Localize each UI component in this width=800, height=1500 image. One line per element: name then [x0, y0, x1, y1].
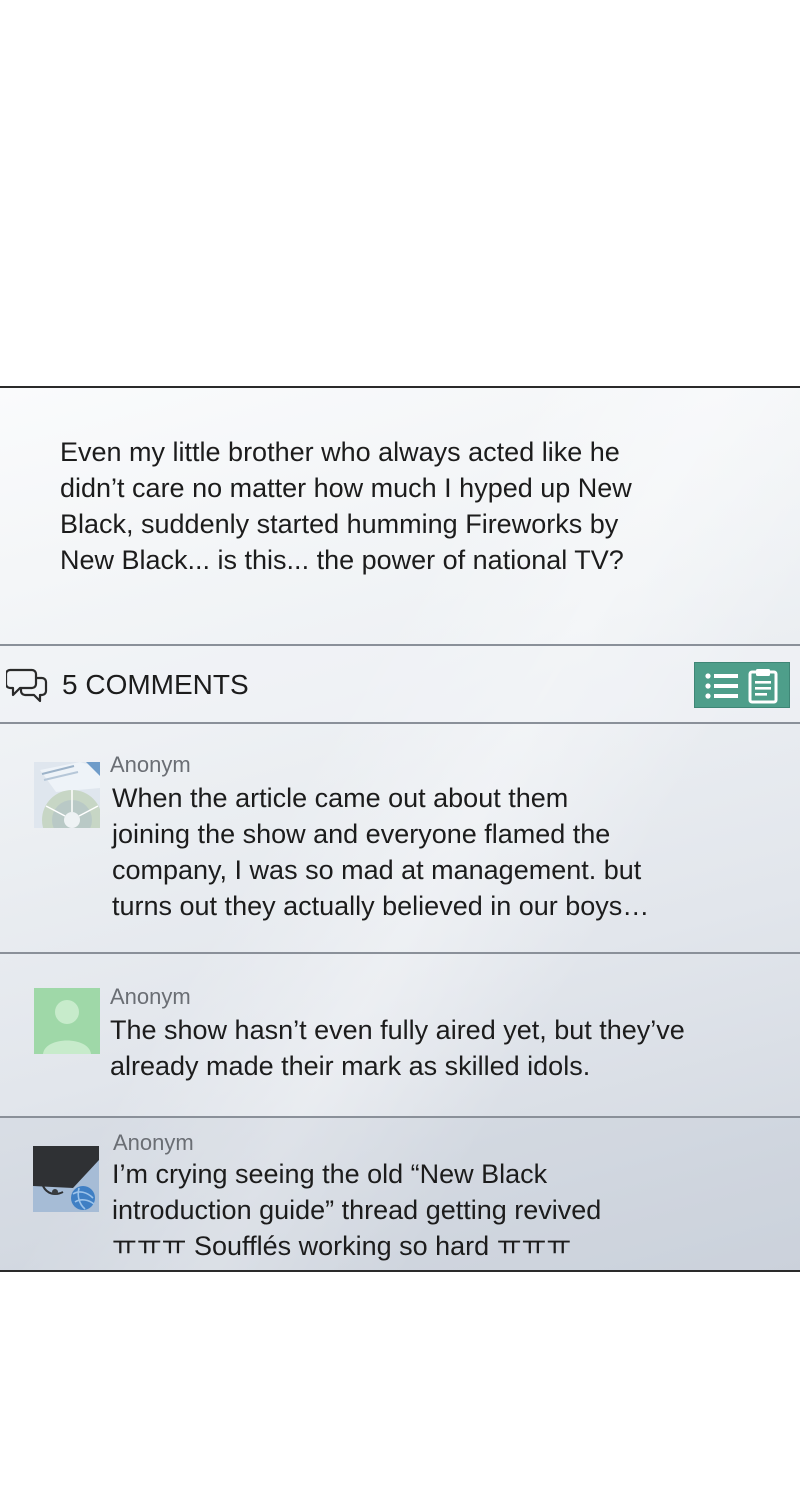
comment-text: When the article came out about them joi…: [112, 783, 650, 921]
comment-author[interactable]: Anonym: [110, 752, 191, 778]
speech-bubbles-icon[interactable]: [4, 664, 50, 706]
document-chart-avatar[interactable]: [34, 762, 100, 828]
comment-text: I’m crying seeing the old “New Black int…: [112, 1159, 602, 1261]
post-text: Even my little brother who always acted …: [60, 437, 632, 575]
comment-item: Anonym The show hasn’t even fully aired …: [0, 954, 800, 1118]
comment-text: The show hasn’t even fully aired yet, bu…: [110, 1015, 685, 1081]
comment-author[interactable]: Anonym: [110, 984, 191, 1010]
yarn-ball-avatar[interactable]: [33, 1146, 99, 1212]
list-clipboard-icon: [705, 669, 778, 704]
comments-header-bar: 5 COMMENTS: [0, 644, 800, 724]
comment-item: Anonym I’m crying seeing the old “New Bl…: [0, 1118, 800, 1270]
comment-item: Anonym When the article came out about t…: [0, 724, 800, 954]
comments-count[interactable]: 5 COMMENTS: [62, 668, 249, 702]
comment-author[interactable]: Anonym: [113, 1130, 194, 1156]
list-view-button[interactable]: [694, 662, 790, 708]
default-person-avatar[interactable]: [34, 988, 100, 1054]
post-panel: Even my little brother who always acted …: [0, 386, 800, 1272]
